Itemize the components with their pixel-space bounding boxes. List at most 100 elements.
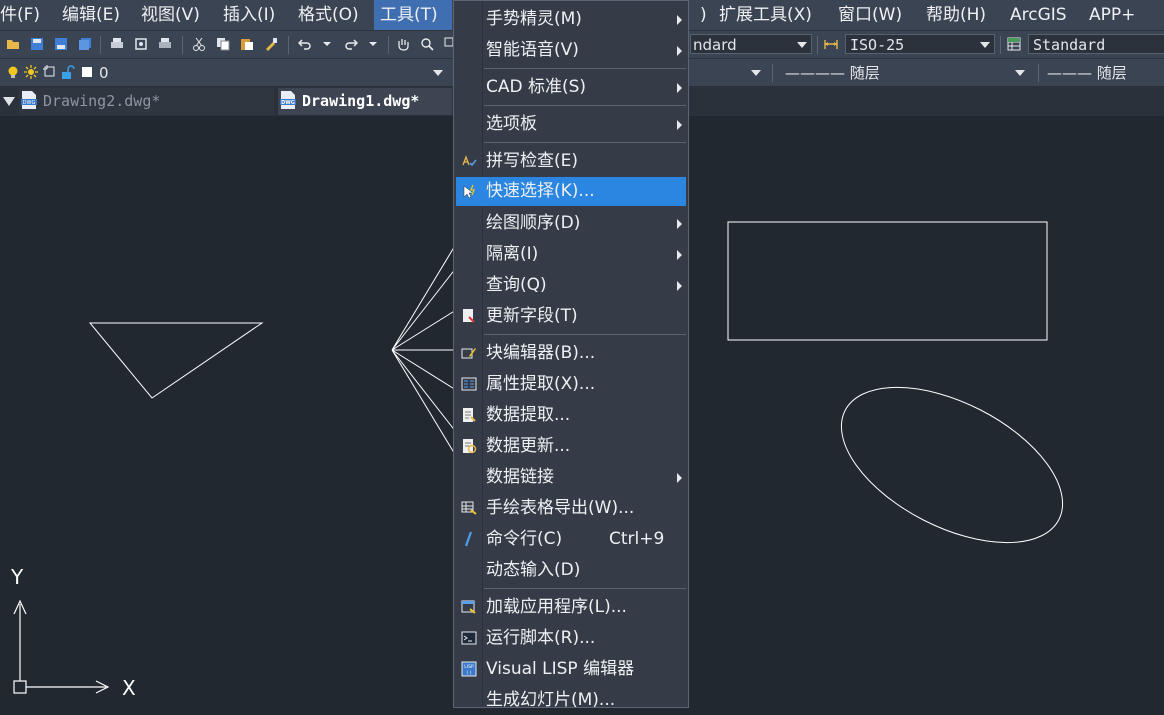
menu-view[interactable]: 视图(V) (135, 0, 206, 30)
menu-item-inquiry[interactable]: 查询(Q) (454, 270, 688, 300)
tab-drawing1-label: Drawing1.dwg* (302, 92, 420, 110)
menu-insert[interactable]: 插入(I) (217, 0, 281, 30)
menu-item-attribute-extract[interactable]: 属性提取(X)... (454, 369, 688, 399)
menu-format[interactable]: 格式(O) (292, 0, 365, 30)
menu-item-command-line[interactable]: 命令行(C) Ctrl+9 (454, 524, 688, 554)
chevron-down-icon[interactable] (320, 37, 334, 51)
menu-arcgis[interactable]: ArcGIS (1004, 0, 1073, 30)
match-properties-icon[interactable] (264, 37, 278, 51)
lisp-editor-icon: LISP( ) (461, 661, 477, 677)
table-style-icon (1007, 37, 1021, 51)
lineweight-combo[interactable]: ——— 随层 (1044, 62, 1164, 82)
pan-hand-icon[interactable] (396, 37, 410, 51)
chevron-down-icon[interactable] (797, 42, 807, 48)
print-preview-icon[interactable] (134, 37, 148, 51)
paste-icon[interactable] (240, 37, 254, 51)
menu-item-label: 加载应用程序(L)... (486, 597, 627, 617)
menu-item-gesture-wizard[interactable]: 手势精灵(M) (454, 4, 688, 34)
ellipse-shape[interactable] (817, 355, 1087, 574)
redo-icon[interactable] (344, 37, 358, 51)
menu-item-load-application[interactable]: 加载应用程序(L)... (454, 592, 688, 622)
undo-icon[interactable] (298, 37, 312, 51)
menu-item-label: 手势精灵(M) (486, 9, 582, 29)
menu-item-palettes[interactable]: 选项板 (454, 109, 688, 139)
save-all-icon[interactable] (78, 37, 92, 51)
print-icon[interactable] (110, 37, 124, 51)
chevron-down-icon[interactable] (980, 42, 990, 48)
menu-item-data-link[interactable]: 数据链接 (454, 462, 688, 492)
toolbar-divider (182, 36, 183, 54)
menu-help[interactable]: 帮助(H) (920, 0, 992, 30)
menu-tools[interactable]: 工具(T) (374, 0, 452, 30)
menu-hidden-end[interactable]: ) (694, 0, 713, 30)
tools-menu: 手势精灵(M) 智能语音(V) CAD 标准(S) 选项板 拼写检查(E) 快速… (453, 0, 689, 710)
toolbar-divider (1038, 64, 1039, 82)
triangle-shape[interactable] (88, 322, 264, 399)
menu-item-update-fields[interactable]: 更新字段(T) (454, 301, 688, 331)
zoom-realtime-icon[interactable] (420, 37, 434, 51)
layer-combo[interactable]: 0 (96, 62, 452, 82)
dimension-style-icon (824, 40, 838, 49)
chevron-down-icon[interactable] (433, 70, 443, 76)
menu-item-cad-standards[interactable]: CAD 标准(S) (454, 72, 688, 102)
tab-drawing1[interactable]: DWG Drawing1.dwg* (278, 88, 452, 115)
linetype-combo[interactable]: ———— 随层 (780, 62, 1032, 82)
menu-item-spell-check[interactable]: 拼写检查(E) (454, 146, 688, 176)
menu-item-visual-lisp-editor[interactable]: LISP( ) Visual LISP 编辑器 (454, 654, 688, 684)
menu-item-run-script[interactable]: 运行脚本(R)... (454, 623, 688, 653)
dwg-file-icon: DWG (280, 90, 296, 109)
menu-item-label: 拼写检查(E) (486, 151, 579, 171)
menu-app-plus[interactable]: APP+ (1083, 0, 1141, 30)
menu-edit[interactable]: 编辑(E) (56, 0, 126, 30)
open-folder-icon[interactable] (6, 37, 20, 51)
toolbar-divider (388, 36, 389, 54)
fan-lines-shape[interactable] (391, 243, 457, 457)
menu-separator (484, 588, 686, 589)
sun-thaw-icon[interactable] (24, 65, 38, 79)
menu-item-label: 选项板 (486, 114, 537, 134)
save-icon[interactable] (30, 37, 44, 51)
menu-item-table-export[interactable]: 手绘表格导出(W)... (454, 493, 688, 523)
load-app-icon (461, 600, 476, 614)
save-as-icon[interactable] (54, 37, 68, 51)
submenu-arrow-icon (677, 83, 682, 93)
menu-item-isolate[interactable]: 隔离(I) (454, 239, 688, 269)
menu-item-dynamic-input[interactable]: 动态输入(D) (454, 555, 688, 585)
update-field-icon (463, 309, 475, 323)
menu-item-smart-voice[interactable]: 智能语音(V) (454, 35, 688, 65)
tab-drawing2[interactable]: DWG Drawing2.dwg* (19, 88, 274, 115)
menu-item-make-slide[interactable]: 生成幻灯片(M)... (454, 685, 688, 715)
menu-item-draw-order[interactable]: 绘图顺序(D) (454, 208, 688, 238)
menu-item-data-extract[interactable]: 数据提取... (454, 400, 688, 430)
copy-icon[interactable] (216, 37, 230, 51)
chevron-down-icon[interactable] (751, 70, 761, 76)
toolbar-divider (1000, 36, 1001, 54)
dimension-style-combo[interactable]: ISO-25 (845, 34, 995, 54)
menu-item-label: 更新字段(T) (486, 306, 578, 326)
tab-list-dropdown-icon[interactable] (3, 95, 15, 107)
menu-item-block-editor[interactable]: 块编辑器(B)... (454, 338, 688, 368)
quick-select-icon (463, 184, 475, 199)
unlock-icon[interactable] (61, 65, 75, 79)
plot-icon[interactable] (158, 37, 172, 51)
chevron-down-icon[interactable] (1015, 70, 1025, 76)
menu-item-quick-select[interactable]: 快速选择(K)... (456, 177, 686, 206)
bulb-on-icon[interactable] (6, 65, 20, 79)
data-update-icon (463, 439, 477, 454)
menu-item-label: 属性提取(X)... (486, 374, 596, 394)
text-style-combo[interactable]: ndard (690, 34, 812, 54)
viewport-freeze-icon[interactable] (43, 65, 57, 79)
menu-window[interactable]: 窗口(W) (832, 0, 908, 30)
menu-item-label: 隔离(I) (486, 244, 539, 264)
menu-file[interactable]: 件(F) (0, 0, 46, 30)
chevron-down-icon[interactable] (366, 37, 380, 51)
rectangle-shape[interactable] (727, 221, 1048, 341)
cut-icon[interactable] (192, 37, 206, 51)
menu-item-label: Visual LISP 编辑器 (486, 659, 635, 679)
menu-separator (484, 142, 686, 143)
table-export-icon (461, 501, 477, 515)
table-style-combo[interactable]: Standard (1028, 34, 1164, 54)
menu-item-data-update[interactable]: 数据更新... (454, 431, 688, 461)
menu-extension-tools[interactable]: 扩展工具(X) (713, 0, 818, 30)
color-combo[interactable] (690, 62, 766, 82)
